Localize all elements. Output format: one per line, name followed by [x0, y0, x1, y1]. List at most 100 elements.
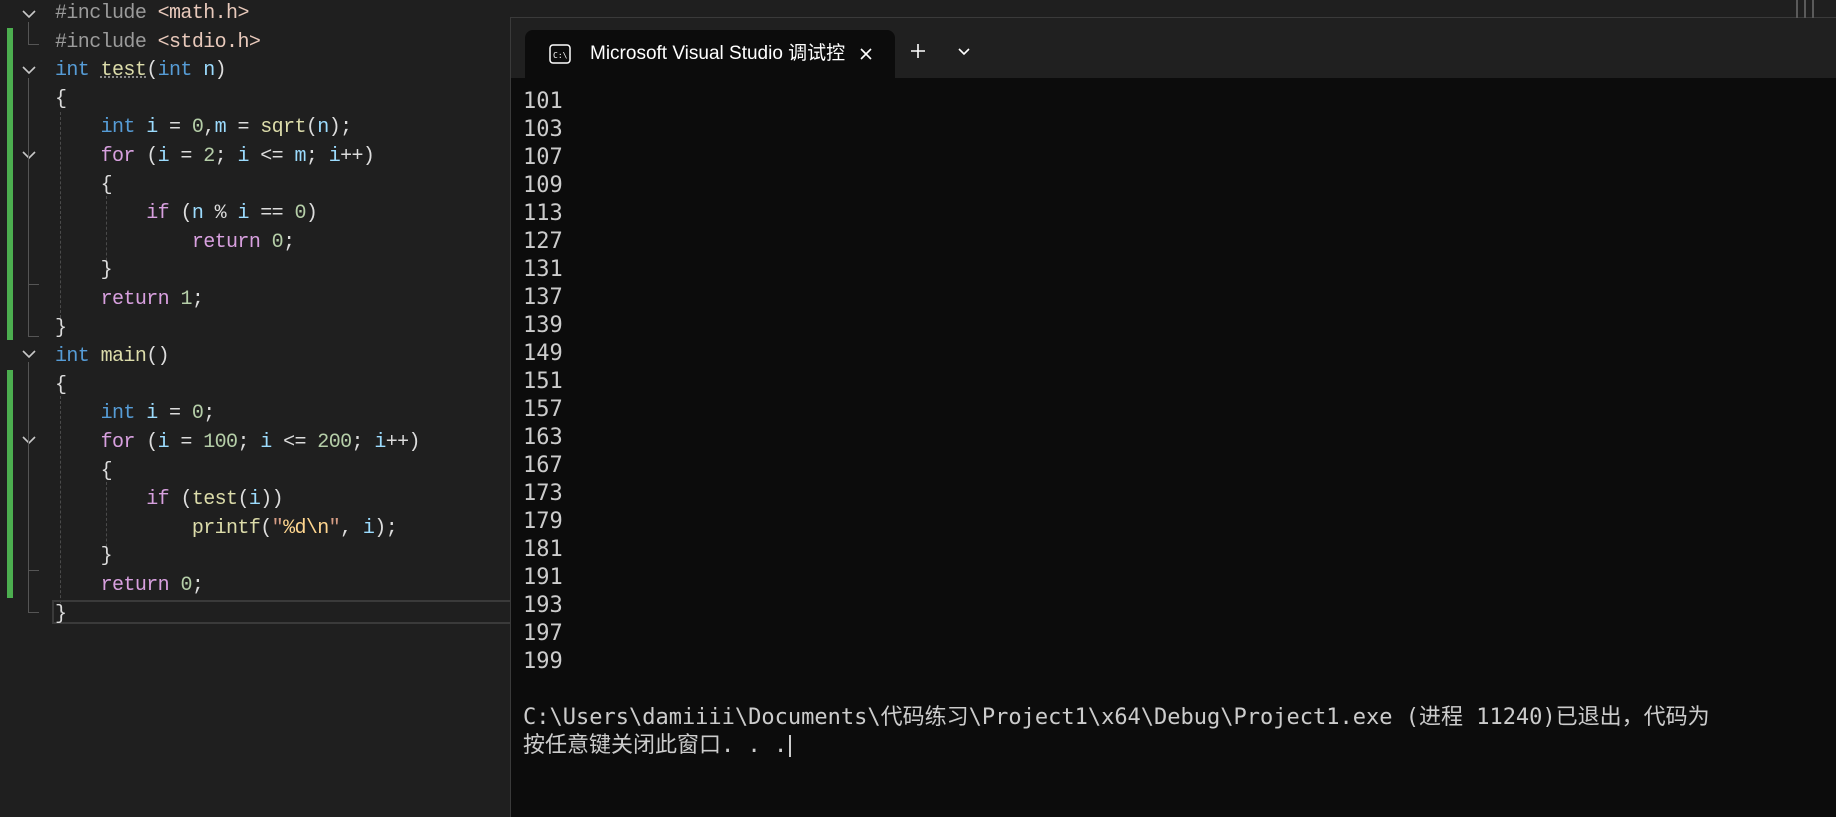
code-token: i — [157, 431, 170, 454]
code-token: n — [203, 59, 215, 83]
chevron-down-icon[interactable] — [954, 41, 974, 61]
terminal-icon: C:\ — [549, 44, 571, 64]
code-line[interactable]: int main() — [55, 343, 170, 371]
code-token: 0 — [191, 116, 204, 140]
code-token: int — [55, 59, 101, 83]
code-token: == — [248, 202, 295, 226]
code-token: int — [100, 116, 147, 140]
code-token: 2 — [203, 145, 215, 168]
code-token: ; — [191, 574, 204, 597]
code-line[interactable]: #include <stdio.h> — [55, 29, 261, 57]
tab-title: Microsoft Visual Studio 调试控 — [590, 43, 846, 64]
code-token: i — [237, 145, 249, 168]
code-token: for — [100, 145, 147, 168]
code-token: n — [191, 202, 204, 226]
code-line[interactable]: { — [55, 86, 67, 114]
code-line[interactable]: for (i = 100; i <= 200; i++) — [55, 429, 421, 457]
code-token: <stdio.h> — [157, 30, 261, 54]
code-token: int — [157, 59, 204, 83]
code-line[interactable]: return 0; — [55, 572, 204, 600]
output-line: 173 — [523, 481, 563, 506]
code-token: i — [328, 145, 341, 168]
fold-chevron-icon[interactable] — [20, 345, 38, 363]
close-icon[interactable] — [857, 45, 875, 63]
code-token: ( — [146, 145, 158, 168]
output-line: 101 — [523, 89, 563, 114]
code-token: sqrt — [260, 116, 306, 140]
code-line[interactable]: printf("%d\n", i); — [55, 515, 398, 543]
code-line[interactable]: int i = 0; — [55, 400, 216, 428]
code-token: main — [100, 345, 147, 369]
output-line: 197 — [523, 621, 563, 646]
tab-debug-console[interactable]: C:\ Microsoft Visual Studio 调试控 — [525, 30, 895, 78]
code-token: " — [271, 516, 284, 540]
code-token: ( — [180, 202, 192, 226]
output-line: 199 — [523, 649, 563, 674]
code-line[interactable]: return 1; — [55, 286, 204, 314]
output-line: 131 — [523, 257, 563, 282]
current-line-highlight — [52, 600, 572, 624]
code-line[interactable]: { — [55, 458, 113, 486]
code-token: ); — [374, 516, 398, 540]
code-line[interactable]: for (i = 2; i <= m; i++) — [55, 143, 375, 171]
code-token: printf — [191, 516, 261, 540]
output-line: 157 — [523, 397, 563, 422]
code-token: % — [203, 202, 238, 226]
debug-console-window[interactable]: C:\ Microsoft Visual Studio 调试控 101 103 10… — [510, 17, 1836, 817]
code-token: ; — [237, 431, 261, 454]
fold-chevron-icon[interactable] — [20, 5, 38, 23]
code-line[interactable]: { — [55, 372, 67, 400]
scope-guide — [28, 22, 39, 45]
plus-icon[interactable] — [908, 41, 928, 61]
code-line[interactable]: } — [55, 543, 113, 571]
code-token: , — [340, 516, 363, 540]
code-token: ; — [214, 145, 238, 168]
exit-message: C:\Users\damiiii\Documents\代码练习\Project1… — [523, 705, 1710, 730]
code-line[interactable]: return 0; — [55, 229, 295, 257]
code-token: i — [260, 431, 272, 454]
code-token: } — [55, 602, 67, 626]
code-token: , — [203, 116, 215, 140]
output-line: 167 — [523, 453, 563, 478]
output-line: 151 — [523, 369, 563, 394]
code-token: () — [146, 345, 170, 369]
code-token: <= — [271, 431, 318, 454]
code-line[interactable]: if (test(i)) — [55, 486, 283, 514]
code-token: ; — [305, 145, 329, 168]
code-token: = — [169, 145, 204, 168]
code-token: int — [100, 402, 147, 426]
code-line[interactable]: int test(int n) — [55, 57, 227, 85]
code-line[interactable]: } — [55, 601, 67, 629]
fold-chevron-icon[interactable] — [20, 61, 38, 79]
code-line[interactable]: #include <math.h> — [55, 0, 249, 28]
code-token: ) — [305, 202, 318, 226]
code-line[interactable]: { — [55, 172, 113, 200]
output-line: 149 — [523, 341, 563, 366]
code-token: m — [294, 145, 306, 168]
output-line: 181 — [523, 537, 563, 562]
code-token: )) — [260, 488, 284, 512]
code-token: i — [362, 516, 375, 540]
code-line[interactable]: if (n % i == 0) — [55, 200, 318, 228]
scope-guide — [28, 448, 39, 571]
code-token: 100 — [203, 431, 238, 454]
code-token: #include — [55, 2, 158, 25]
code-token: for — [100, 431, 147, 454]
code-token: int — [55, 345, 101, 369]
code-token: i — [237, 202, 249, 226]
code-token: = — [157, 116, 192, 140]
output-line: 109 — [523, 173, 563, 198]
code-line[interactable]: } — [55, 315, 67, 343]
code-token: { — [55, 459, 113, 483]
change-indicator-bar — [7, 370, 13, 598]
scrollbar-edge — [1796, 0, 1814, 18]
console-output[interactable]: 101 103 107 109 113 127 131 137 139 149 151 157 163 1… — [523, 88, 1833, 760]
code-line[interactable]: int i = 0,m = sqrt(n); — [55, 114, 353, 142]
code-line[interactable]: } — [55, 257, 113, 285]
